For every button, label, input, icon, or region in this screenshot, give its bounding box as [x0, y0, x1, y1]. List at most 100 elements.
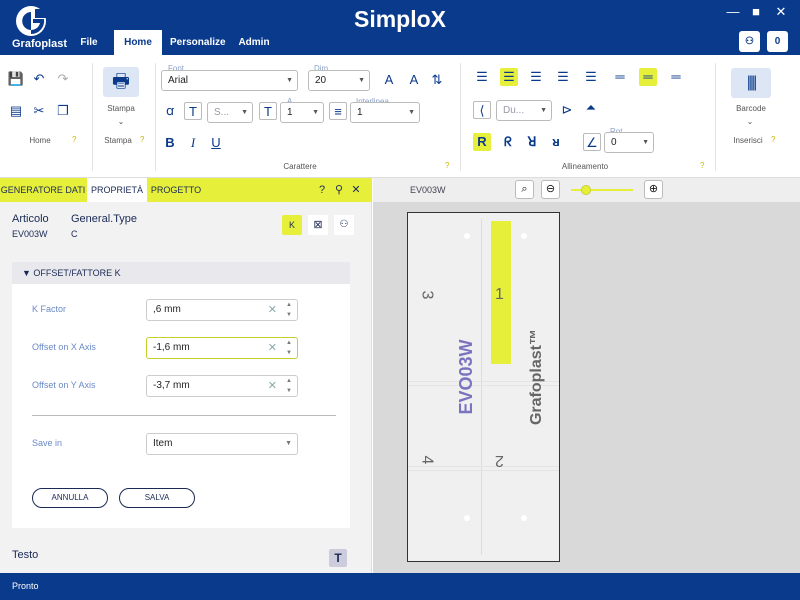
paste-icon[interactable]: ▤ [7, 102, 25, 120]
help-icon[interactable]: ? [313, 181, 331, 199]
kfactor-input[interactable]: ,6 mm ✕ ▲ ▼ [146, 299, 298, 321]
users-icon[interactable]: ⚇ [739, 31, 760, 52]
align-top-left-icon[interactable]: ☰ [473, 68, 491, 86]
align-distribute-icon[interactable]: ☰ [582, 68, 600, 86]
minimize-icon[interactable]: — [723, 4, 743, 20]
clear-icon[interactable]: ✕ [268, 300, 277, 320]
valign-top-icon[interactable]: ═ [611, 68, 629, 86]
rotation-select[interactable]: 0 ▼ [604, 132, 654, 153]
cut-icon[interactable]: ✂ [30, 102, 48, 120]
save-icon[interactable]: 💾 [7, 70, 25, 88]
testo-label: Testo [12, 549, 39, 561]
undo-icon[interactable]: ↶ [30, 70, 48, 88]
barcode-icon[interactable]: |||| [731, 68, 771, 98]
underline-icon[interactable]: U [207, 134, 225, 152]
carattere-group-label: Carattere [283, 162, 317, 171]
align-top-right-icon[interactable]: ☰ [527, 68, 545, 86]
offset-x-input[interactable]: -1,6 mm ✕ ▲ ▼ [146, 337, 298, 359]
group-header[interactable]: ▼ OFFSET/FATTORE K [12, 262, 350, 284]
salva-button[interactable]: SALVA [119, 488, 195, 508]
line-spacing-icon[interactable]: ≡ [329, 102, 347, 120]
spinner-icon[interactable]: ▲ ▼ [286, 338, 292, 358]
close-icon[interactable]: ✕ [771, 4, 791, 20]
char-spacing-select[interactable]: 1 ▼ [280, 102, 324, 123]
help-icon[interactable]: ? [700, 161, 704, 170]
close-icon[interactable]: ✕ [347, 181, 365, 199]
rotate-90-icon[interactable]: ᖇ [499, 133, 517, 151]
size-select[interactable]: 20 ▼ [308, 70, 370, 91]
align-justify-icon[interactable]: ☰ [554, 68, 572, 86]
align-top-center-icon[interactable]: ☰ [500, 68, 518, 86]
label-number-4: 4 [418, 455, 436, 465]
valign-middle-icon[interactable]: ═ [639, 68, 657, 86]
label-preview[interactable]: 3 1 4 2 EVO03W Grafoplast™ [407, 212, 560, 562]
zoom-fit-icon[interactable]: ⌕ [515, 180, 534, 199]
direction-select[interactable]: Du... ▼ [496, 100, 552, 121]
help-icon[interactable]: ? [72, 135, 76, 144]
tab-progetto[interactable]: PROGETTO [148, 178, 204, 202]
caret-down-icon: ▼ [22, 268, 34, 278]
user-count-button[interactable]: 0 [767, 31, 788, 52]
label-number-2: 2 [495, 452, 504, 469]
menu-admin[interactable]: Admin [236, 30, 272, 55]
pin-icon[interactable]: ⚲ [330, 181, 348, 199]
help-icon[interactable]: ? [140, 135, 144, 144]
zoom-out-icon[interactable]: ⊖ [541, 180, 560, 199]
rotation-icon[interactable]: ∠ [583, 133, 601, 151]
stampa-button-label[interactable]: Stampa [101, 104, 141, 113]
rotate-270-icon[interactable]: ᴚ [547, 133, 565, 151]
spinner-icon[interactable]: ▲ ▼ [286, 300, 292, 320]
offset-y-input[interactable]: -3,7 mm ✕ ▲ ▼ [146, 375, 298, 397]
offy-label: Offset on Y Axis [32, 380, 96, 390]
chevron-down-icon[interactable]: ⌄ [730, 117, 770, 126]
k-factor-button[interactable]: K [282, 215, 302, 235]
clear-icon[interactable]: ✕ [268, 338, 277, 358]
barcode-button-label[interactable]: Barcode [725, 104, 777, 113]
clear-icon[interactable]: ✕ [268, 376, 277, 396]
chevron-down-icon[interactable]: ⌄ [101, 117, 141, 126]
print-icon[interactable]: 🖶 [103, 67, 139, 97]
zoom-in-icon[interactable]: ⊕ [644, 180, 663, 199]
italic-icon[interactable]: I [184, 134, 202, 152]
tab-generatore-dati[interactable]: GENERATORE DATI [0, 178, 86, 202]
home-group-label: Home [29, 136, 51, 145]
flip-icon[interactable]: ⏶ [582, 99, 600, 117]
font-shrink-icon[interactable]: A [405, 71, 423, 89]
direction-icon[interactable]: ⟨ [473, 101, 491, 119]
text-height-icon[interactable]: T [259, 102, 277, 120]
savein-select[interactable]: Item ▼ [146, 433, 298, 455]
app-title: SimploX [353, 6, 446, 32]
font-grow-icon[interactable]: A [380, 71, 398, 89]
label-code-text[interactable]: EVO03W [456, 322, 476, 432]
text-box-icon[interactable]: T [184, 102, 202, 120]
zoom-slider-handle[interactable] [581, 185, 591, 195]
menu-home[interactable]: Home [114, 30, 162, 55]
menu-personalize[interactable]: Personalize [170, 30, 226, 55]
rotate-180-icon[interactable]: ꓤ [523, 133, 541, 151]
valign-bottom-icon[interactable]: ═ [667, 68, 685, 86]
document-tab[interactable]: EV003W [410, 178, 446, 202]
bold-icon[interactable]: B [161, 134, 179, 152]
copy-icon[interactable]: ❐ [54, 102, 72, 120]
offset-group: ▼ OFFSET/FATTORE K K Factor ,6 mm ✕ ▲ ▼ Off… [12, 262, 350, 528]
text-effect-icon[interactable]: ꭤ [161, 102, 179, 120]
font-select[interactable]: Arial ▼ [161, 70, 298, 91]
rotate-0-icon[interactable]: R [473, 133, 491, 151]
help-icon[interactable]: ? [445, 161, 449, 170]
text-icon[interactable]: T [329, 549, 347, 567]
menu-file[interactable]: File [75, 30, 103, 55]
sort-az-icon[interactable]: ⇅ [428, 71, 446, 89]
annulla-button[interactable]: ANNULLA [32, 488, 108, 508]
spinner-icon[interactable]: ▲ ▼ [286, 376, 292, 396]
users-icon[interactable]: ⚇ [334, 215, 354, 235]
redo-icon[interactable]: ↷ [54, 70, 72, 88]
help-icon[interactable]: ? [771, 135, 775, 144]
line-spacing-select[interactable]: 1 ▼ [350, 102, 420, 123]
grid-icon[interactable]: ⊠ [308, 215, 328, 235]
style-select[interactable]: S... ▼ [207, 102, 253, 123]
tab-proprieta[interactable]: PROPRIETÀ [87, 178, 147, 202]
label-brand-text[interactable]: Grafoplast™ [528, 322, 548, 432]
maximize-icon[interactable]: ■ [746, 4, 766, 20]
mirror-icon[interactable]: ⊳ [558, 101, 576, 119]
panel-tabs: GENERATORE DATI PROPRIETÀ PROGETTO ? ⚲ ✕ [0, 178, 372, 202]
